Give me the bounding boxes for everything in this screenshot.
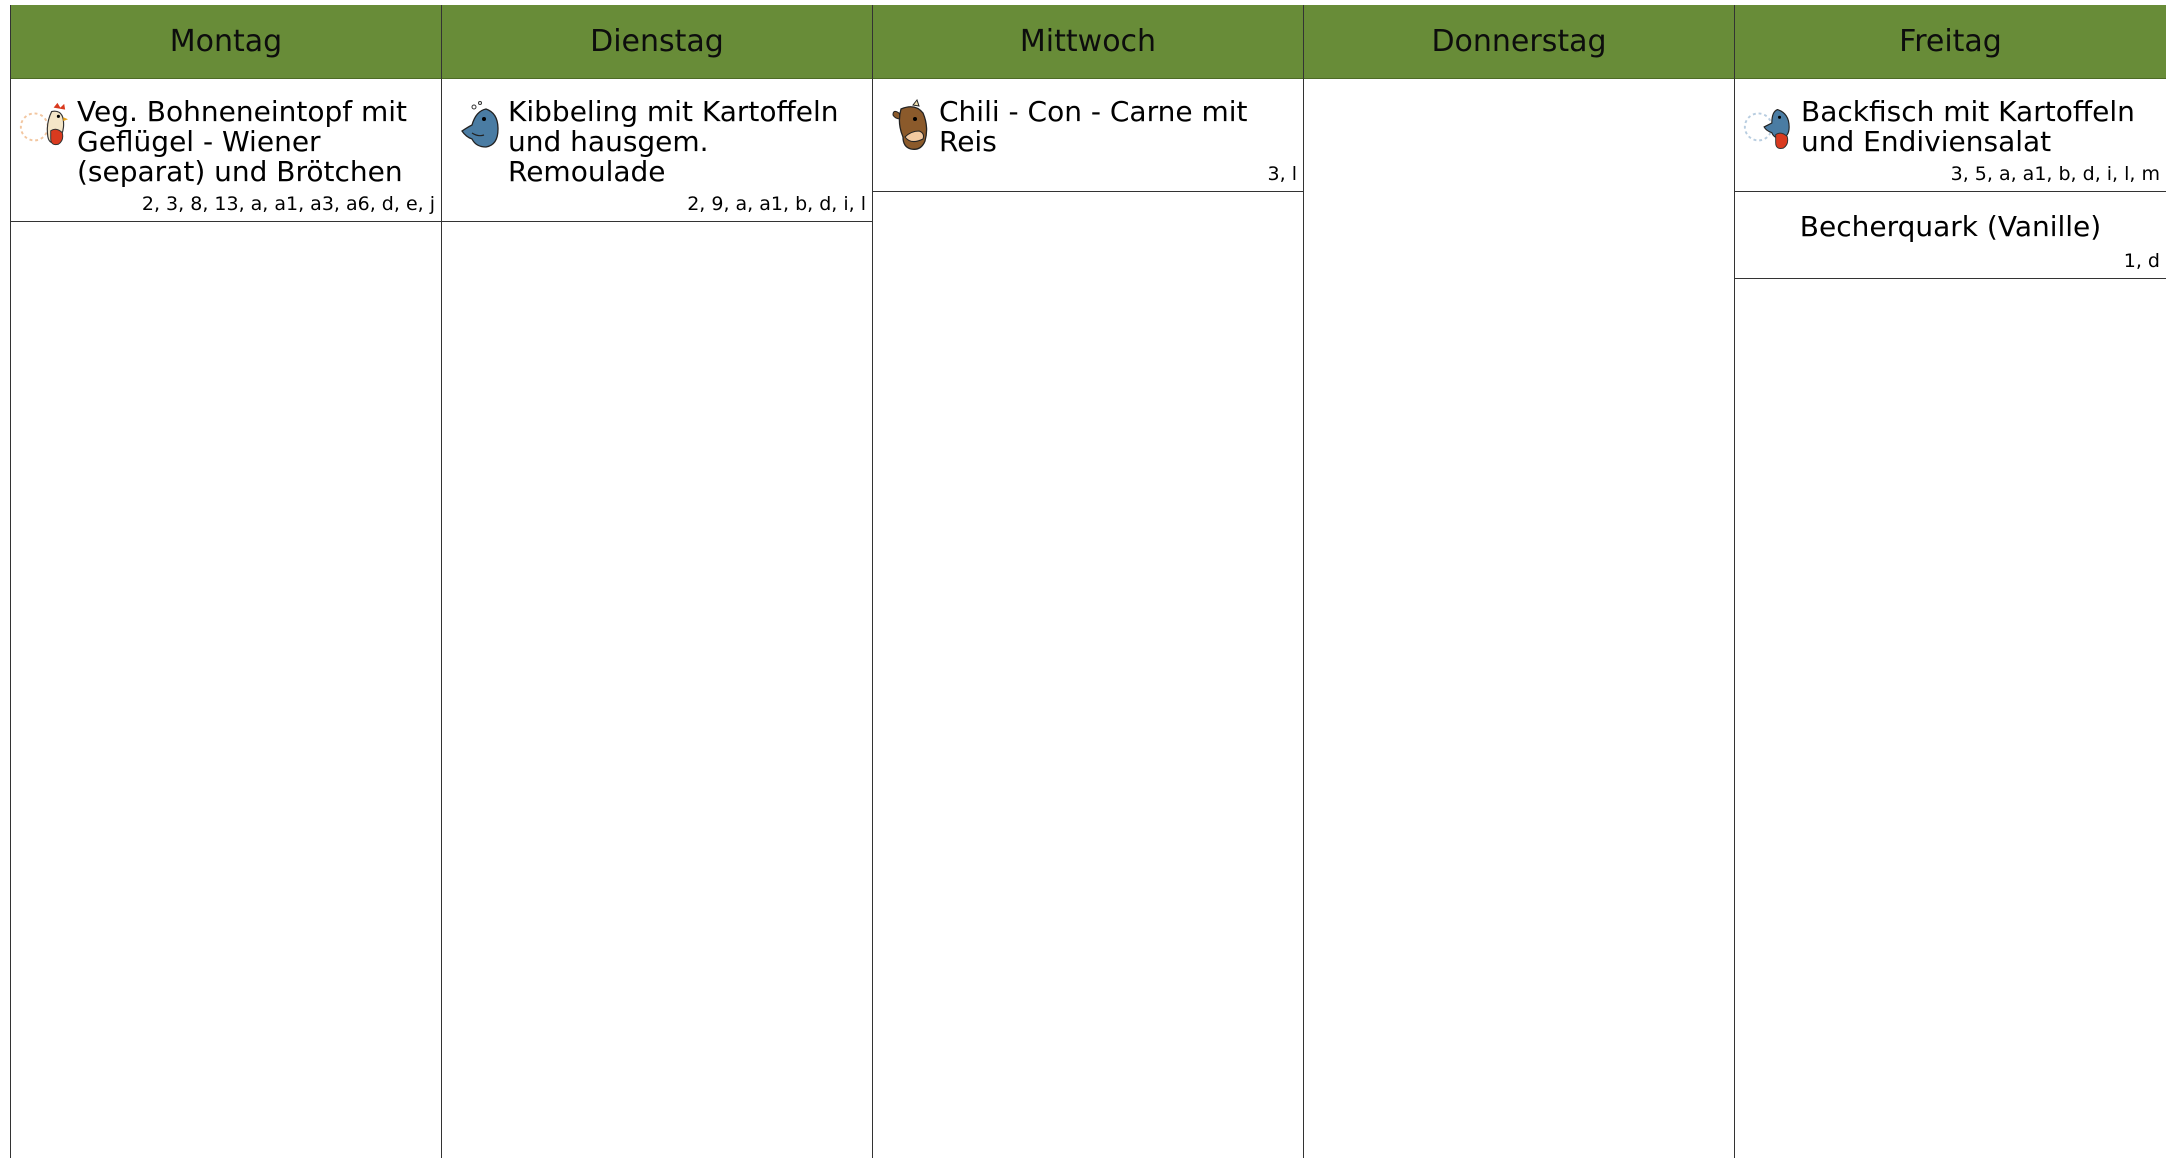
day-column-dienstag: Dienstag Kibbeling mit Kartoffeln und ha…: [442, 5, 873, 1158]
meal-title: Backfisch mit Kartoffeln und Endiviensal…: [1801, 95, 2135, 158]
weekly-menu-plan: Montag Veg. Bohneneintopf mit Geflügel -…: [10, 5, 2167, 1158]
meal-card[interactable]: Kibbeling mit Kartoffeln und hausgem. Re…: [442, 79, 872, 222]
meal-card[interactable]: Veg. Bohneneintopf mit Geflügel - Wiener…: [11, 79, 441, 222]
allergen-codes: 2, 3, 8, 13, a, a1, a3, a6, d, e, j: [141, 193, 435, 215]
meal-card[interactable]: Backfisch mit Kartoffeln und Endiviensal…: [1735, 79, 2166, 192]
day-header: Montag: [11, 5, 441, 79]
day-header: Freitag: [1735, 5, 2166, 79]
day-header: Dienstag: [442, 5, 872, 79]
allergen-codes: 2, 9, a, a1, b, d, i, l: [687, 193, 866, 215]
day-header: Donnerstag: [1304, 5, 1734, 79]
chicken-icon: [17, 97, 77, 153]
day-column-montag: Montag Veg. Bohneneintopf mit Geflügel -…: [11, 5, 442, 1158]
allergen-codes: 3, 5, a, a1, b, d, i, l, m: [1950, 163, 2160, 185]
meal-title: Kibbeling mit Kartoffeln und hausgem. Re…: [508, 95, 839, 188]
meal-title: Chili - Con - Carne mit Reis: [939, 95, 1248, 158]
day-column-freitag: Freitag Backfisch mit Kartoffeln und End…: [1735, 5, 2166, 1158]
cow-icon: [879, 97, 939, 153]
meal-card[interactable]: Chili - Con - Carne mit Reis 3, l: [873, 79, 1303, 192]
day-column-mittwoch: Mittwoch Chili - Con - Carne mit Reis 3,…: [873, 5, 1304, 1158]
day-column-donnerstag: Donnerstag: [1304, 5, 1735, 1158]
day-header: Mittwoch: [873, 5, 1303, 79]
fish-icon: [448, 97, 508, 153]
allergen-codes: 1, d: [2123, 250, 2160, 272]
meal-card[interactable]: Becherquark (Vanille) 1, d: [1735, 192, 2166, 279]
allergen-codes: 3, l: [1267, 163, 1297, 185]
fish-icon: [1741, 97, 1801, 153]
meal-title: Becherquark (Vanille): [1799, 210, 2102, 243]
meal-title: Veg. Bohneneintopf mit Geflügel - Wiener…: [77, 95, 408, 188]
